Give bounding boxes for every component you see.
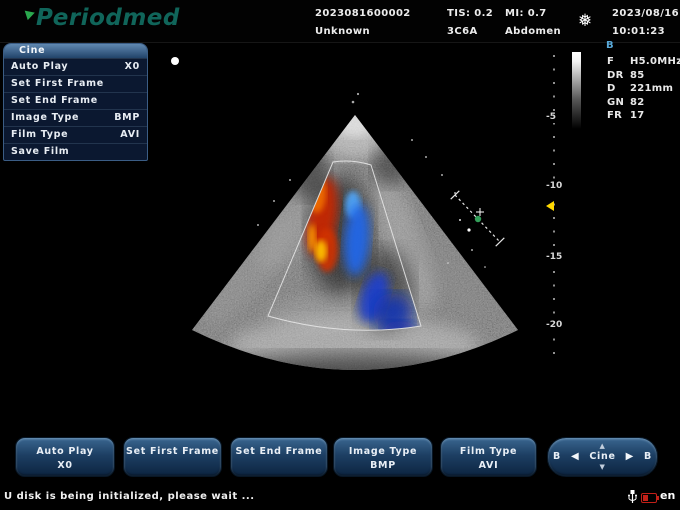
caliper-cross-cursor[interactable]	[476, 208, 484, 216]
focus-position-marker[interactable]	[546, 201, 554, 211]
menu-item-auto-play[interactable]: Auto Play X0	[4, 58, 147, 75]
menu-item-image-type[interactable]: Image Type BMP	[4, 109, 147, 126]
ultrasound-screen: { "header": { "logo_text": "Periodmed", …	[0, 0, 680, 510]
cine-context-menu: Cine Auto Play X0 Set First Frame Set En…	[3, 43, 148, 161]
language-indicator[interactable]: en	[660, 489, 675, 502]
battery-low-icon	[641, 493, 657, 503]
depth-label-20: -20	[546, 320, 566, 331]
caliper-handle-dot[interactable]	[475, 216, 481, 222]
menu-item-set-end-frame[interactable]: Set End Frame	[4, 92, 147, 109]
softkey-auto-play[interactable]: Auto Play X0	[15, 437, 115, 477]
status-message: U disk is being initialized, please wait…	[4, 491, 255, 502]
logo-play-icon	[25, 8, 37, 20]
mode-indicator: B	[606, 40, 614, 51]
time-display: 10:01:23	[612, 26, 665, 37]
depth-label-10: -10	[546, 181, 566, 192]
menu-title: Cine	[4, 44, 147, 58]
freeze-snowflake-icon: ❅	[578, 11, 592, 31]
cine-up-icon[interactable]: ▲	[599, 443, 605, 450]
param-frequency: FH5.0MHz	[607, 55, 680, 69]
cine-prev-icon[interactable]: ◀	[571, 451, 579, 463]
softkey-image-type[interactable]: Image Type BMP	[333, 437, 433, 477]
ultrasound-image[interactable]	[150, 45, 570, 395]
mi-value: MI: 0.7	[505, 8, 547, 19]
cine-next-icon[interactable]: ▶	[626, 451, 634, 463]
measurement-caliper[interactable]	[451, 191, 505, 246]
param-depth: D221mm	[607, 82, 680, 96]
menu-item-film-type[interactable]: Film Type AVI	[4, 126, 147, 143]
param-gain: GN82	[607, 96, 680, 110]
grayscale-map-bar	[572, 52, 581, 132]
exam-id: 2023081600002	[315, 8, 411, 19]
image-parameters: FH5.0MHz DR85 D221mm GN82 FR17	[607, 55, 680, 123]
patient-name: Unknown	[315, 26, 370, 37]
menu-item-save-film[interactable]: Save Film	[4, 143, 147, 160]
depth-label-5: -5	[546, 112, 566, 123]
param-frame-rate: FR17	[607, 109, 680, 123]
softkey-set-end-frame[interactable]: Set End Frame	[230, 437, 328, 477]
softkey-film-type[interactable]: Film Type AVI	[440, 437, 537, 477]
tis-value: TIS: 0.2	[447, 8, 493, 19]
depth-label-15: -15	[546, 252, 566, 263]
mode-left-label[interactable]: B	[553, 451, 561, 463]
preset-name: Abdomen	[505, 26, 561, 37]
brand-logo: Periodmed	[36, 5, 180, 31]
top-bar: Periodmed 2023081600002 Unknown TIS: 0.2…	[0, 0, 680, 43]
softkey-set-first-frame[interactable]: Set First Frame	[123, 437, 222, 477]
usb-device-icon	[627, 489, 638, 505]
probe-name: 3C6A	[447, 26, 478, 37]
menu-item-set-first-frame[interactable]: Set First Frame	[4, 75, 147, 92]
cine-label: Cine	[589, 451, 615, 463]
date-display: 2023/08/16	[612, 8, 679, 19]
cine-down-icon[interactable]: ▼	[599, 464, 605, 471]
mode-right-label[interactable]: B	[644, 451, 652, 463]
cine-mode-switcher[interactable]: ▲ B ◀ Cine ▶ B ▼	[547, 437, 658, 477]
probe-orientation-marker	[171, 57, 179, 65]
param-dynamic-range: DR85	[607, 69, 680, 83]
